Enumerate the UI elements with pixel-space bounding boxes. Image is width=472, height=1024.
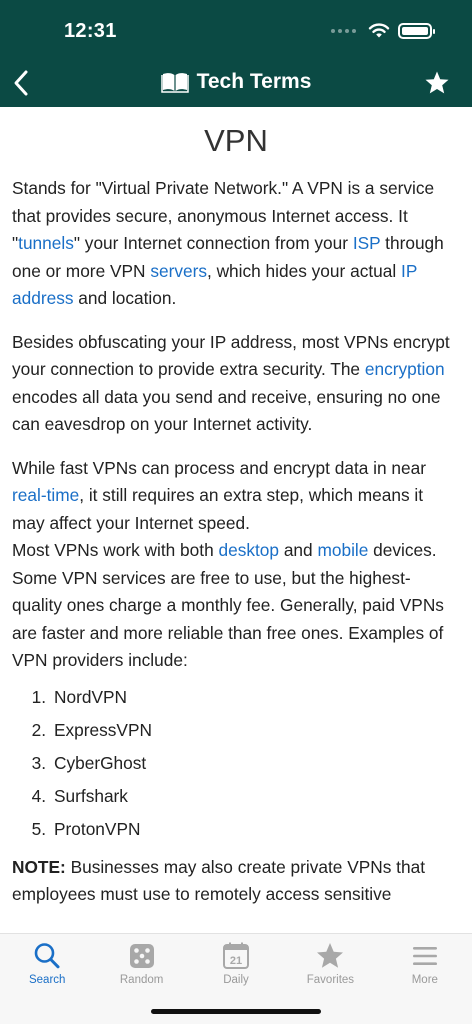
tab-more[interactable]: More [378, 934, 472, 1024]
link-isp[interactable]: ISP [353, 233, 381, 253]
app-title-text: Tech Terms [196, 70, 312, 93]
tab-search[interactable]: Search [0, 934, 94, 1024]
wifi-icon [368, 23, 390, 38]
home-indicator [151, 1009, 321, 1014]
dice-icon [129, 944, 154, 968]
search-icon [34, 943, 60, 969]
list-item: 2. ExpressVPN [31, 719, 152, 740]
note-label: NOTE: [12, 856, 66, 877]
list-item: 5. ProtonVPN [31, 818, 141, 839]
provider-list: 1. NordVPN 2. ExpressVPN 3. CyberGhost 4. Su… [12, 681, 460, 846]
status-time: 12:31 [64, 20, 117, 42]
list-item: 1. NordVPN [31, 686, 127, 707]
signal-icon [331, 28, 356, 33]
calendar-date: 21 [230, 955, 242, 967]
link-mobile[interactable]: mobile [317, 540, 368, 560]
paragraph-encryption: Besides obfuscating your IP address, mos… [12, 331, 450, 435]
list-item: 3. CyberGhost [31, 752, 147, 773]
article-content[interactable]: VPN Stands for "Virtual Private Network.… [0, 107, 472, 933]
calendar-icon: 21 [223, 942, 250, 969]
link-encryption[interactable]: encryption [365, 359, 445, 379]
link-real-time[interactable]: real-time [12, 485, 79, 505]
star-icon [317, 943, 344, 968]
favorite-star-button[interactable] [424, 70, 450, 96]
paragraph-speed: While fast VPNs can process and encrypt … [12, 457, 426, 533]
link-tunnels[interactable]: tunnels [18, 233, 74, 253]
link-desktop[interactable]: desktop [218, 540, 279, 560]
paragraph-note: NOTE: Businesses may also create private… [12, 856, 425, 905]
list-item: 4. Surfshark [31, 785, 128, 806]
book-icon [160, 73, 189, 93]
page-title: VPN [204, 123, 268, 158]
paragraph-definition: Stands for "Virtual Private Network." A … [12, 178, 444, 308]
link-servers[interactable]: servers [150, 261, 207, 281]
paragraph-devices: Most VPNs work with both desktop and mob… [12, 540, 444, 670]
battery-icon [398, 22, 435, 39]
app-header: 12:31 Tech Terms [0, 0, 472, 107]
app-title: Tech Terms [0, 70, 472, 94]
menu-icon [412, 947, 437, 965]
status-icons [331, 22, 435, 39]
